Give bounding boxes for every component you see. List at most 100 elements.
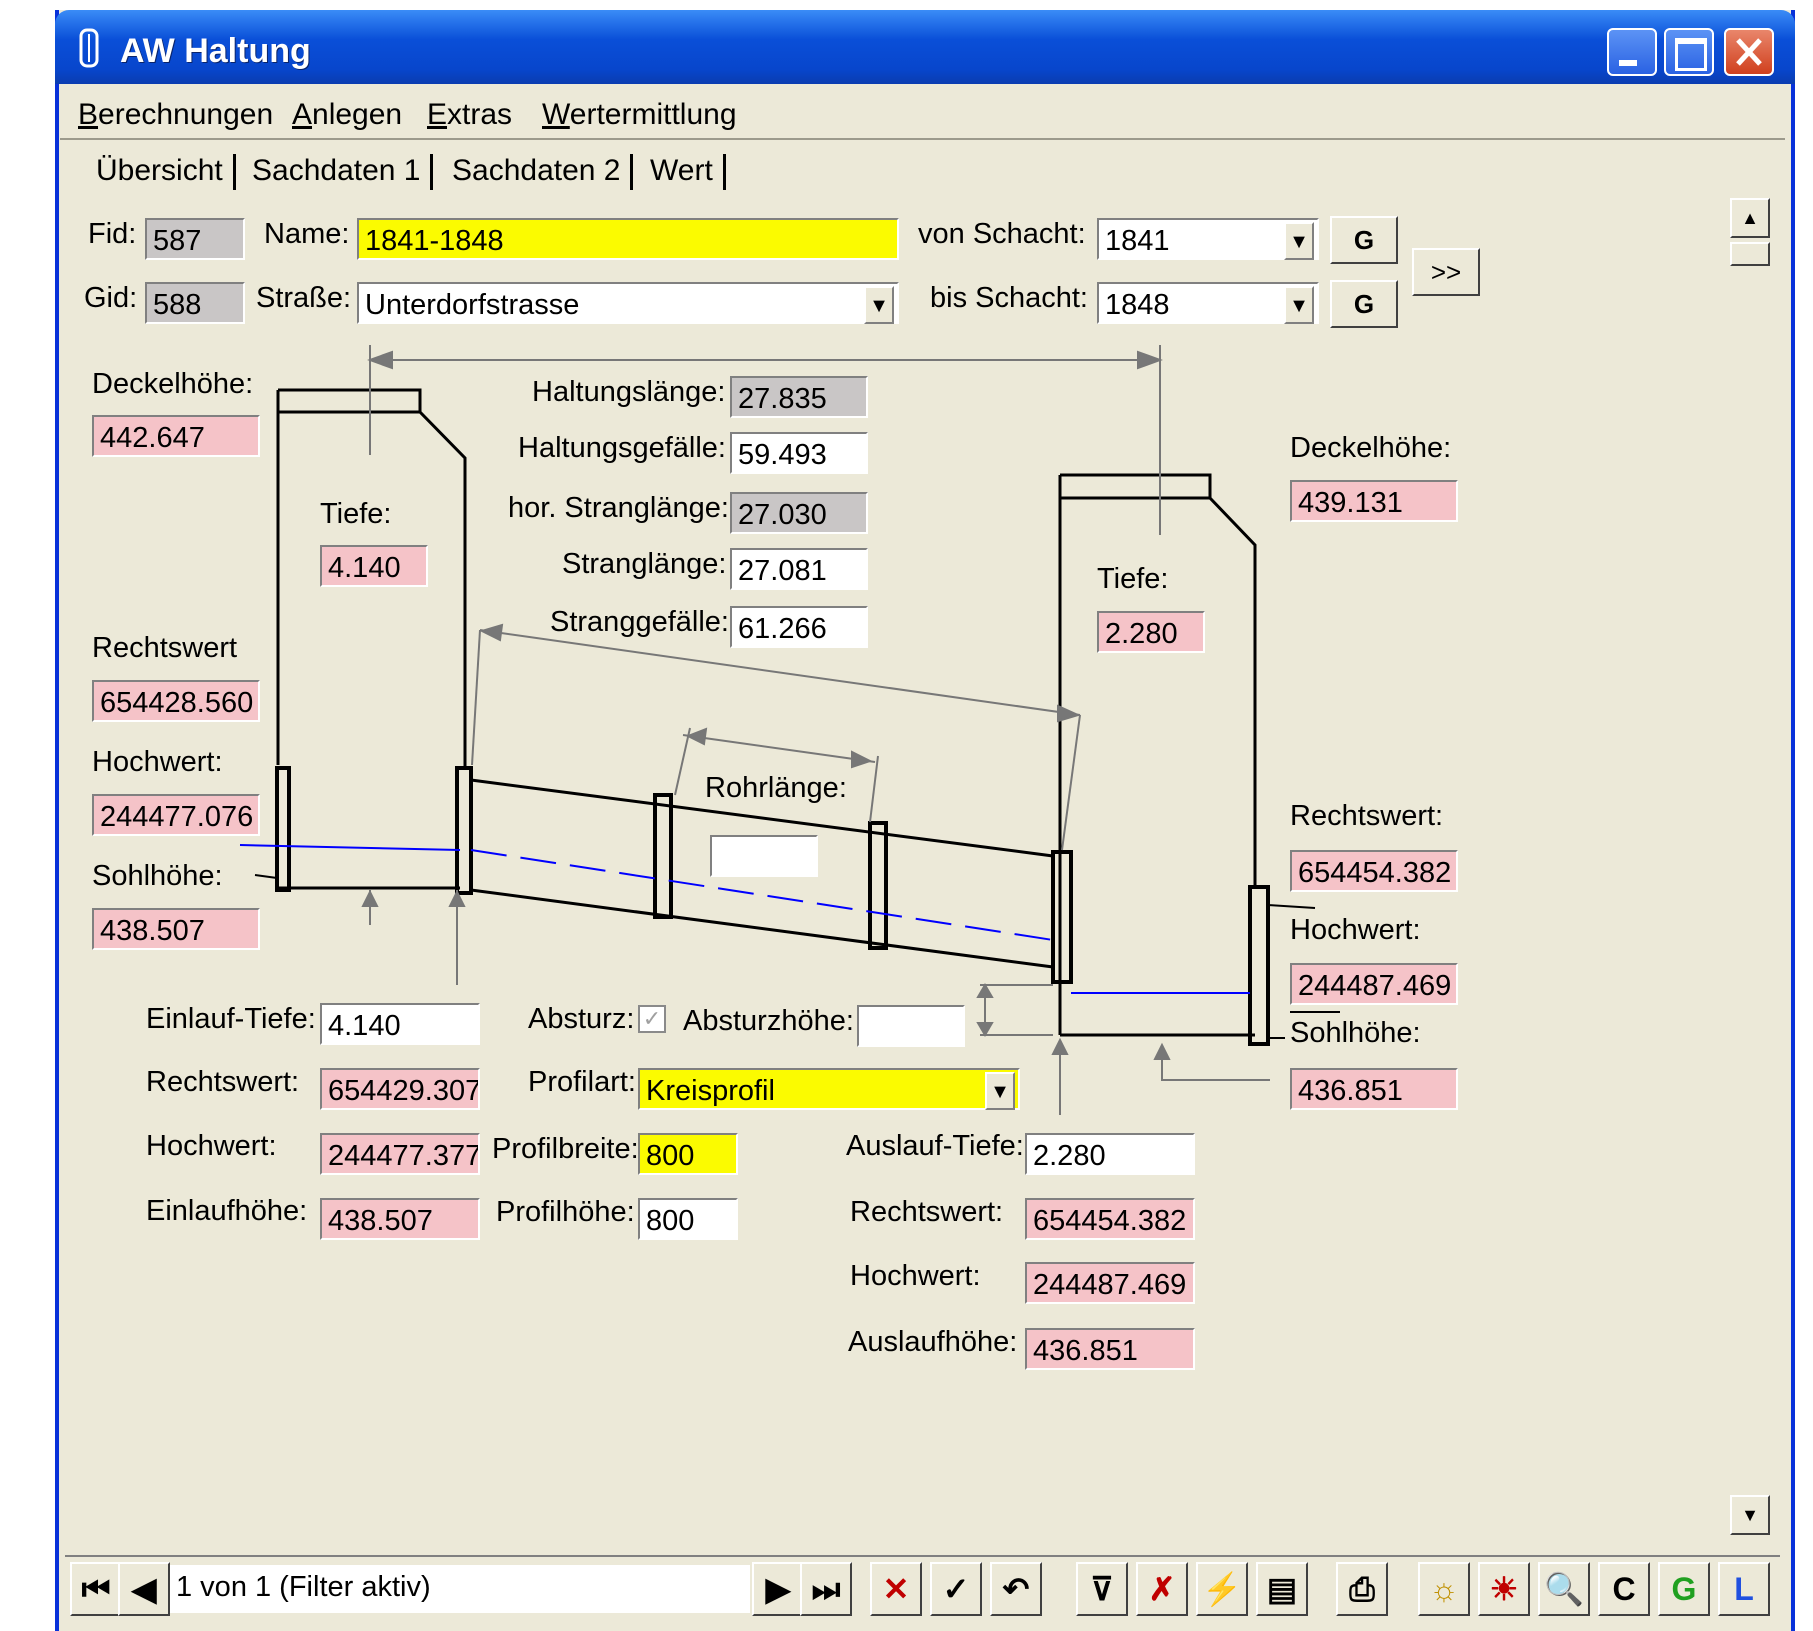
right-tiefe-label: Tiefe: [1097,563,1169,595]
left-deckel-label: Deckelhöhe: [92,368,254,400]
record-position-text: 1 von 1 (Filter aktiv) [170,1565,750,1613]
profilart-label: Profilart: [528,1066,636,1098]
undo-button[interactable]: ↶ [990,1562,1042,1616]
name-label: Name: [264,218,350,250]
auslauf-hoch-field[interactable]: 244487.469 [1025,1262,1195,1304]
auslauf-rechts-label: Rechtswert: [850,1196,1004,1228]
left-deckel-field[interactable]: 442.647 [92,415,260,457]
strasse-label: Straße: [256,282,352,314]
right-sohl-field[interactable]: 436.851 [1290,1068,1458,1110]
right-sohl-label: Sohlhöhe: [1290,1017,1421,1050]
previous-record-icon: ◀ [131,1571,157,1607]
profilbreite-field[interactable]: 800 [638,1133,738,1175]
right-tiefe-field[interactable]: 2.280 [1097,611,1205,653]
auslaufhoehe-field[interactable]: 436.851 [1025,1328,1195,1370]
haltungsgefaelle-field[interactable]: 59.493 [730,432,868,474]
right-shaft-outline [1060,473,1257,885]
c-button[interactable]: C [1598,1562,1650,1616]
hor-stranglaenge-label: hor. Stranglänge: [508,492,729,524]
fid-label: Fid: [88,218,137,250]
von-schacht-label: von Schacht: [918,218,1086,250]
einlauf-rechts-field[interactable]: 654429.307 [320,1068,480,1110]
left-tiefe-label: Tiefe: [320,498,392,530]
stranggefaelle-label: Stranggefälle: [550,606,729,638]
lightbulb-off-icon: ☀ [1489,1571,1519,1607]
filter-icon: ⊽ [1090,1571,1114,1607]
left-hoch-field[interactable]: 244477.076 [92,794,260,836]
remove-filter-icon: ✗ [1148,1571,1176,1607]
auslauf-tiefe-label: Auslauf-Tiefe: [846,1130,1024,1162]
absturz-label: Absturz: [528,1003,635,1035]
hor-stranglaenge-field[interactable]: 27.030 [730,492,868,534]
right-deckel-label: Deckelhöhe: [1290,432,1452,464]
more-button[interactable]: >> [1412,248,1480,296]
filter-button[interactable]: ⊽ [1076,1562,1128,1616]
right-rechts-label: Rechtswert: [1290,800,1444,832]
left-sohl-field[interactable]: 438.507 [92,908,260,950]
left-tiefe-field[interactable]: 4.140 [320,545,428,587]
gid-field[interactable]: 588 [145,282,245,324]
profilart-select[interactable]: Kreisprofil [638,1068,1020,1110]
absturzhoehe-label: Absturzhöhe: [683,1005,854,1037]
g-button[interactable]: G [1658,1562,1710,1616]
einlaufhoehe-field[interactable]: 438.507 [320,1198,480,1240]
strasse-dropdown-button[interactable]: ▼ [864,286,894,324]
name-field[interactable]: 1841-1848 [357,218,899,260]
last-record-button[interactable]: ⏭ [800,1562,852,1616]
next-record-button[interactable]: ▶ [752,1562,804,1616]
first-record-button[interactable]: ⏮ [70,1562,122,1616]
absturz-checkbox[interactable]: ✓ [638,1005,666,1033]
von-schacht-g-button[interactable]: G [1330,216,1398,264]
rohrlaenge-field[interactable] [710,835,818,877]
right-rechts-field[interactable]: 654454.382 [1290,850,1458,892]
print-button[interactable]: ⎙ [1336,1562,1388,1616]
right-hoch-label: Hochwert: [1290,914,1421,946]
highlight-button[interactable]: ☼ [1418,1562,1470,1616]
auslauf-hoch-label: Hochwert: [850,1260,981,1292]
strasse-select[interactable]: Unterdorfstrasse [357,282,899,324]
stranglaenge-label: Stranglänge: [562,548,727,580]
left-sohl-label: Sohlhöhe: [92,860,223,892]
previous-record-button[interactable]: ◀ [118,1562,170,1616]
einlauf-hoch-label: Hochwert: [146,1130,277,1162]
left-rechts-label: Rechtswert [92,632,238,664]
profilbreite-label: Profilbreite: [492,1133,639,1165]
form-properties-button[interactable]: ▤ [1256,1562,1308,1616]
absturzhoehe-field[interactable] [857,1005,965,1047]
remove-filter-button[interactable]: ✗ [1136,1562,1188,1616]
von-schacht-dropdown-button[interactable]: ▼ [1284,222,1314,260]
delete-record-button[interactable]: ✕ [870,1562,922,1616]
einlaufhoehe-label: Einlaufhöhe: [146,1195,308,1227]
profilart-dropdown-button[interactable]: ▼ [985,1072,1015,1110]
save-record-button[interactable]: ✓ [930,1562,982,1616]
printer-icon: ⎙ [1349,1571,1375,1607]
auslaufhoehe-label: Auslaufhöhe: [848,1326,1018,1358]
l-button[interactable]: L [1718,1562,1770,1616]
bis-schacht-g-button[interactable]: G [1330,280,1398,328]
right-deckel-field[interactable]: 439.131 [1290,480,1458,522]
auslauf-rechts-field[interactable]: 654454.382 [1025,1198,1195,1240]
magnifier-icon: 🔍 [1544,1571,1584,1607]
einlauf-tiefe-field[interactable]: 4.140 [320,1003,480,1045]
fid-field[interactable]: 587 [145,218,245,260]
next-record-icon: ▶ [765,1571,791,1607]
bis-schacht-dropdown-button[interactable]: ▼ [1284,286,1314,324]
preview-button[interactable]: 🔍 [1538,1562,1590,1616]
delete-icon: ✕ [882,1571,910,1607]
haltungslaenge-label: Haltungslänge: [532,376,726,408]
stranggefaelle-field[interactable]: 61.266 [730,606,868,648]
lightbulb-icon: ☼ [1429,1571,1459,1607]
last-record-icon: ⏭ [811,1571,841,1607]
einlauf-hoch-field[interactable]: 244477.377 [320,1133,480,1175]
profilhoehe-field[interactable]: 800 [638,1198,738,1240]
auslauf-tiefe-field[interactable]: 2.280 [1025,1133,1195,1175]
haltungslaenge-field[interactable]: 27.835 [730,376,868,418]
left-rechts-field[interactable]: 654428.560 [92,680,260,722]
form-icon: ▤ [1266,1571,1298,1607]
quick-filter-button[interactable]: ⚡ [1196,1562,1248,1616]
checkmark-icon: ✓ [942,1571,970,1607]
highlight-off-button[interactable]: ☀ [1478,1562,1530,1616]
einlauf-tiefe-label: Einlauf-Tiefe: [146,1003,316,1035]
right-hoch-field[interactable]: 244487.469 [1290,963,1458,1005]
stranglaenge-field[interactable]: 27.081 [730,548,868,590]
